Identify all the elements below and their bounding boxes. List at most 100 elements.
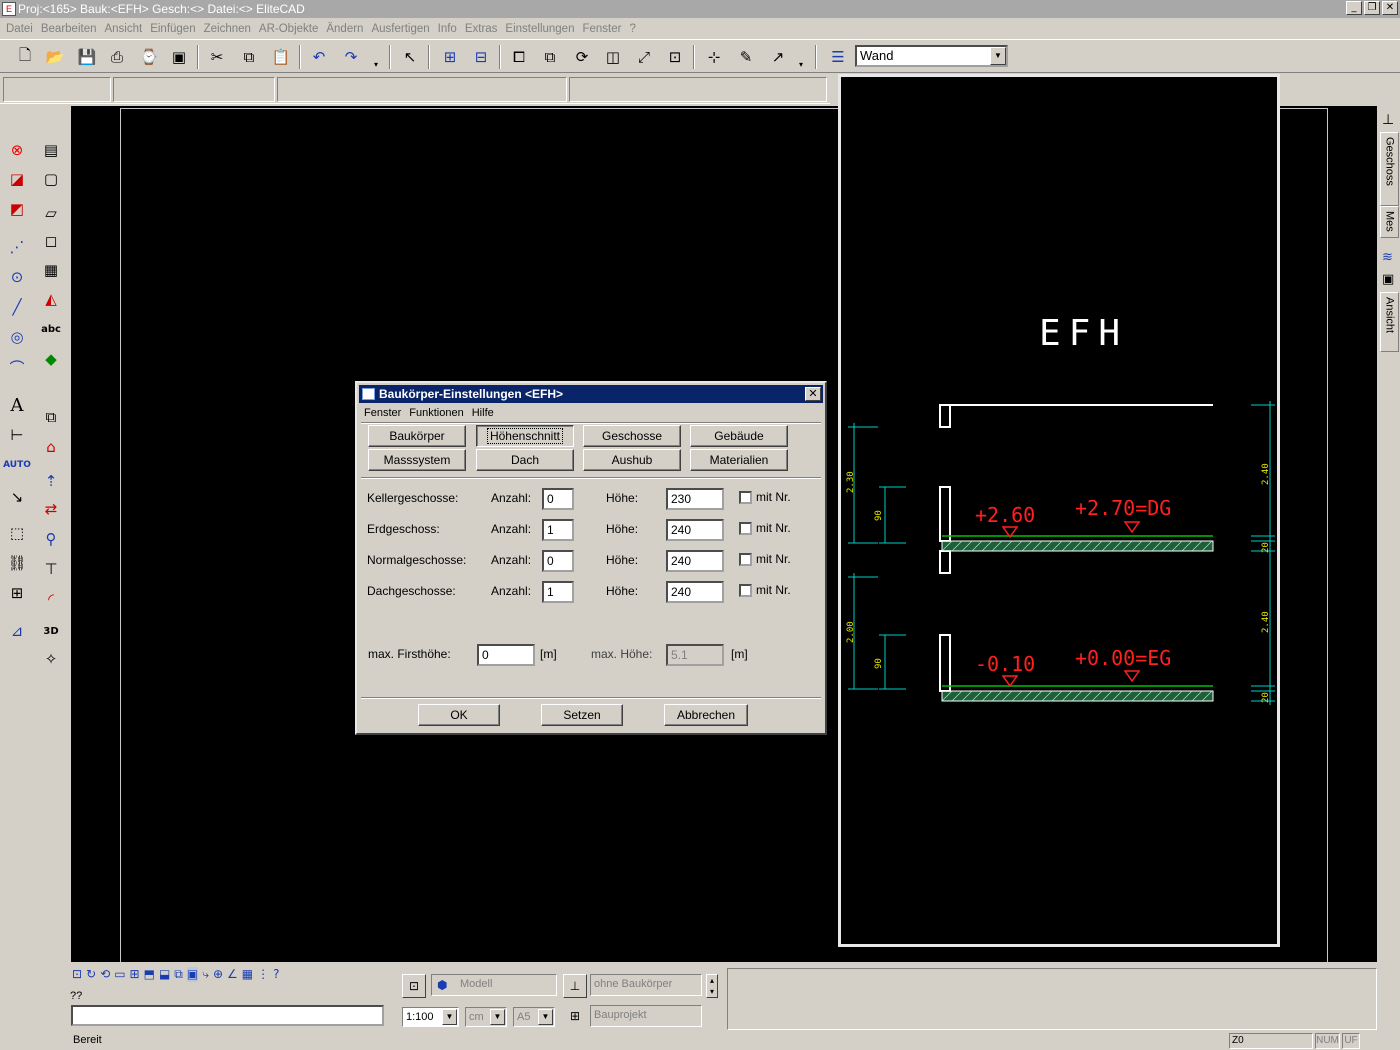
menu-help[interactable]: ? [627,23,641,35]
command-input[interactable] [71,1005,384,1026]
save-icon[interactable]: 💾 [74,45,100,69]
project-combo[interactable]: Bauprojekt [590,1005,702,1027]
edit-dropdown-icon[interactable]: ▾ [799,60,803,69]
layer-combo-arrow-icon[interactable]: ▼ [990,47,1006,65]
kellergeschosse-count-input[interactable]: 0 [542,488,574,510]
view-panel-icon[interactable]: ▣ [1382,272,1394,287]
paste-icon[interactable]: 📋 [268,45,294,69]
floor-panel-icon[interactable]: ⊥ [1382,112,1394,128]
paper-arrow-icon[interactable]: ▼ [538,1009,553,1025]
model-combo[interactable]: Modell [431,974,557,996]
select-arrow-icon[interactable]: ↖ [397,45,423,69]
copy-icon[interactable]: ⧉ [236,45,262,69]
terrain-tool-icon[interactable]: ◆ [38,346,64,372]
normalgeschosse-mit-nr-checkbox[interactable] [739,553,752,566]
column-tool-icon[interactable]: ◻ [38,228,64,254]
project-icon[interactable]: ⊞ [563,1005,587,1029]
lookup-tool-icon[interactable]: ⚲ [38,526,64,552]
help-cursor-icon[interactable]: ? [273,967,279,982]
dachgeschosse-count-input[interactable]: 1 [542,581,574,603]
history-dropdown-icon[interactable]: ▾ [374,60,378,69]
line-tool-icon[interactable]: ╱ [4,294,30,320]
max-firsthoehe-input[interactable]: 0 [477,644,535,666]
layout-icon[interactable]: ⊡ [402,974,426,998]
kellergeschosse-height-input[interactable]: 230 [666,488,724,510]
dachgeschosse-mit-nr-checkbox[interactable] [739,584,752,597]
normalgeschosse-height-input[interactable]: 240 [666,550,724,572]
grid-icon[interactable]: ⋮ [257,967,269,982]
chain-tool-icon[interactable]: ⛓ [4,550,30,576]
tab-materialien[interactable]: Materialien [690,449,788,471]
measure-view-icon[interactable]: ∠ [227,967,238,982]
arc-tool-icon[interactable]: ⌒ [4,354,30,380]
dialog-menu-funktionen[interactable]: Funktionen [406,405,468,422]
tab-dach[interactable]: Dach [476,449,574,471]
abbrechen-button[interactable]: Abbrechen [664,704,748,726]
setzen-button[interactable]: Setzen [541,704,623,726]
scale-combo[interactable]: 1:100 ▼ [402,1007,459,1027]
dachgeschosse-height-input[interactable]: 240 [666,581,724,603]
rotate-icon[interactable]: ⟳ [569,45,595,69]
layers-panel-icon[interactable]: ≋ [1382,250,1393,265]
menu-fenster[interactable]: Fenster [580,23,627,35]
menu-ansicht[interactable]: Ansicht [102,23,148,35]
zoom-all-icon[interactable]: ▭ [114,967,125,982]
plan-view-icon[interactable]: ⊞ [130,967,140,982]
menu-datei[interactable]: Datei [4,23,39,35]
menu-ausfertigen[interactable]: Ausfertigen [369,23,435,35]
redo-icon[interactable]: ↷ [338,45,364,69]
tab-aushub[interactable]: Aushub [583,449,681,471]
menu-ar-objekte[interactable]: AR-Objekte [257,23,324,35]
edit-object-icon[interactable]: ↗ [765,45,791,69]
menu-info[interactable]: Info [436,23,463,35]
print-icon[interactable]: ⎙ [104,45,130,69]
group-tool-icon[interactable]: ⊞ [4,580,30,606]
beam-tool-icon[interactable]: ⊤ [38,556,64,582]
menu-zeichnen[interactable]: Zeichnen [202,23,257,35]
dialog-menu-hilfe[interactable]: Hilfe [469,405,499,422]
tab-geschoss[interactable]: Geschoss [1380,132,1399,206]
paper-combo[interactable]: A5 ▼ [513,1007,555,1027]
text-tool-icon[interactable]: A [4,392,30,418]
duplicate-icon[interactable]: ⧉ [537,45,563,69]
opening-tool-icon[interactable]: ⇡ [38,468,64,494]
section-view-icon[interactable]: ⤷ [202,967,209,982]
building-body-icon[interactable]: ⊥ [563,974,587,998]
3d-view-icon[interactable]: 3D [38,618,64,644]
menu-extras[interactable]: Extras [463,23,504,35]
select-object-icon[interactable]: ◩ [4,196,30,222]
normalgeschosse-count-input[interactable]: 0 [542,550,574,572]
axis-tool-icon[interactable]: ⊿ [4,618,30,644]
measure-icon[interactable]: ⊹ [701,45,727,69]
scale-icon[interactable]: ⤢ [631,45,657,69]
erdgeschoss-mit-nr-checkbox[interactable] [739,522,752,535]
light-tool-icon[interactable]: ✧ [38,646,64,672]
body-combo[interactable]: ohne Baukörper [590,974,702,996]
slab-tool-icon[interactable]: ▱ [38,200,64,226]
tab-masssystem[interactable]: Masssystem [368,449,466,471]
ok-button[interactable]: OK [418,704,500,726]
wall-tool-icon[interactable]: ▤ [38,137,64,163]
body-spinner[interactable]: ▴ ▾ [706,974,718,998]
kellergeschosse-mit-nr-checkbox[interactable] [739,491,752,504]
tab-baukoerper[interactable]: Baukörper [368,425,466,447]
area-label-icon[interactable]: abc [38,316,64,342]
new-file-icon[interactable]: 🗋 [12,45,38,69]
layer-view-icon[interactable]: ⊟ [468,45,494,69]
roof-tool-icon[interactable]: ◭ [38,286,64,312]
tab-ansicht[interactable]: Ansicht [1380,292,1399,352]
3d-box-icon[interactable]: ⬚ [4,520,30,546]
zoom-window-icon[interactable]: ⊡ [72,967,82,982]
circle-tool-icon[interactable]: ◎ [4,324,30,350]
iso-view-2-icon[interactable]: ⬓ [159,967,170,982]
grid-view-icon[interactable]: ⊞ [437,45,463,69]
auto-hatch-icon[interactable]: AUTO [3,452,31,478]
mirror-icon[interactable]: ◫ [600,45,626,69]
cut-icon[interactable]: ✂ [204,45,230,69]
rotate-view-icon[interactable]: ⟲ [100,967,110,982]
dimension-tool-icon[interactable]: ⊢ [4,422,30,448]
menu-einfuegen[interactable]: Einfügen [148,23,201,35]
copy-object-icon[interactable]: ⧠ [506,45,532,69]
window-tool-icon[interactable]: ⧉ [38,404,64,430]
minimize-button[interactable]: _ [1346,1,1362,15]
